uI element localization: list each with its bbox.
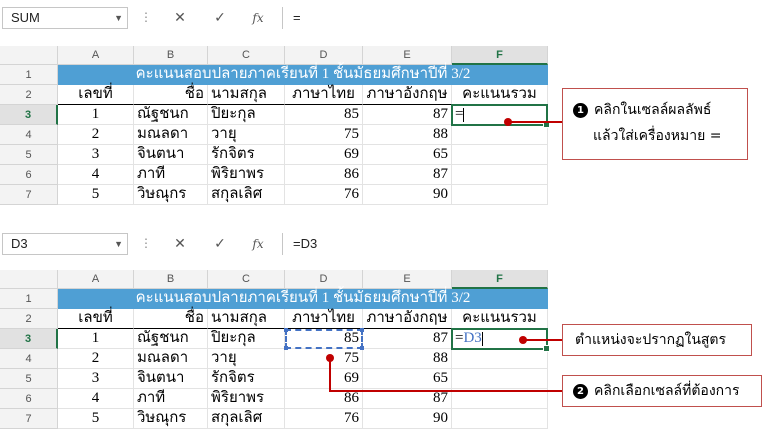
callout-text: แล้วใส่เครื่องหมาย = [593,128,722,144]
connector-lines [326,118,562,392]
step-number-badge: 1 [573,102,588,118]
callout-step1: 1 คลิกในเซลล์ผลลัพธ์ แล้วใส่เครื่องหมาย = [562,88,748,160]
connector-dot [504,118,512,126]
connector-dot [519,336,527,344]
callout-text: คลิกเลือกเซลล์ที่ต้องการ [594,383,740,399]
connector-dot [326,354,334,362]
callout-step2: 2 คลิกเลือกเซลล์ที่ต้องการ [562,375,762,407]
step-number-badge: 2 [573,383,588,399]
callout-text: คลิกในเซลล์ผลลัพธ์ [594,102,712,118]
connector-line-step2 [329,358,562,392]
callout-formula-note: ตำแหน่งจะปรากฏในสูตร [562,324,752,356]
